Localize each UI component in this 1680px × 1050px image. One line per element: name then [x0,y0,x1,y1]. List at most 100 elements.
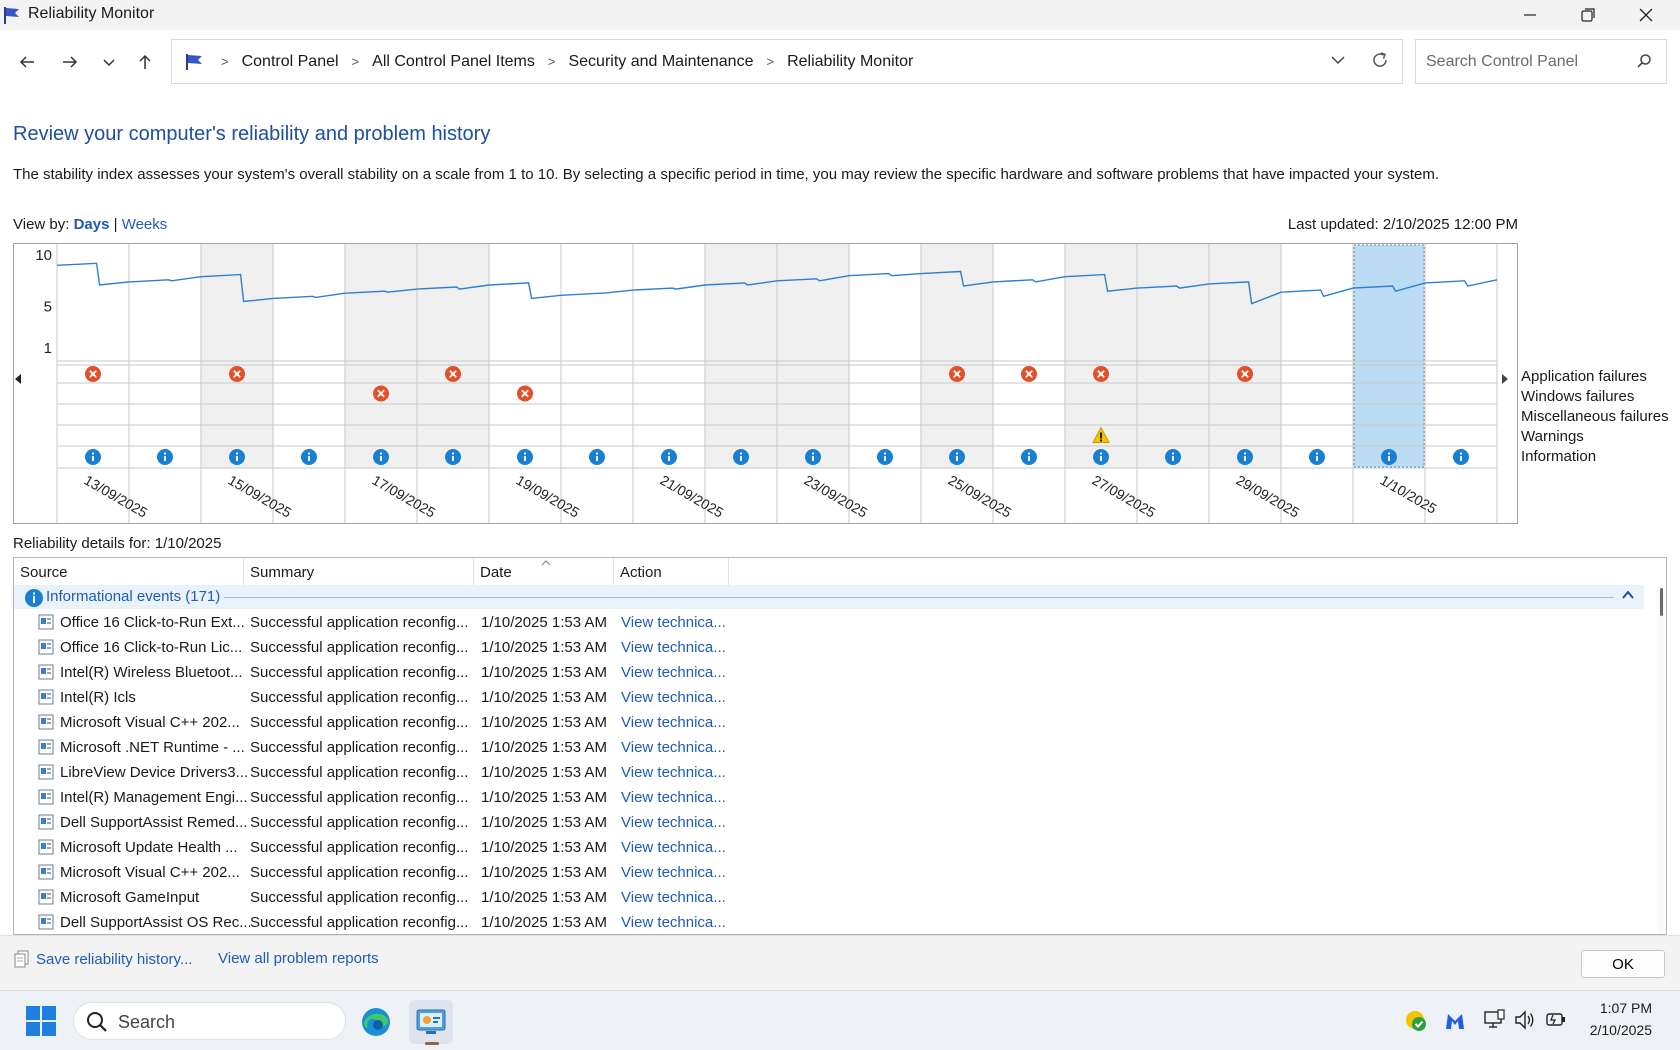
breadcrumb-all-items[interactable]: All Control Panel Items [372,53,535,71]
scrollbar-thumb[interactable] [1660,588,1663,616]
table-row[interactable]: Microsoft .NET Runtime - ... Successful a… [14,735,1644,760]
row-action-link[interactable]: View technica... [621,714,726,731]
network-icon[interactable] [1483,1009,1505,1031]
column-header-summary[interactable]: Summary [244,558,474,585]
row-date: 1/10/2025 1:53 AM [481,639,607,656]
row-action-link[interactable]: View technica... [621,839,726,856]
details-label: Reliability details for: 1/10/2025 [13,535,222,552]
date-label: 19/09/2025 [514,472,583,521]
row-summary: Successful application reconfig... [250,864,469,881]
scroll-chart-left-button[interactable] [13,372,23,389]
informational-events-group[interactable]: Informational events (171) [14,585,1644,609]
up-button[interactable] [131,48,159,76]
information-i-stem [524,456,526,461]
information-i-dot [380,452,382,455]
chart-column-shade [921,244,993,468]
table-row[interactable]: Office 16 Click-to-Run Lic... Successful … [14,635,1644,660]
row-action-link[interactable]: View technica... [621,739,726,756]
row-action-link[interactable]: View technica... [621,664,726,681]
security-status-icon[interactable] [1404,1009,1428,1033]
row-source: Microsoft .NET Runtime - ... [60,739,245,756]
row-action-link[interactable]: View technica... [621,614,726,631]
application-icon [38,689,54,705]
chart-column-shade [417,244,489,468]
forward-button[interactable] [56,48,84,76]
save-history-label[interactable]: Save reliability history... [36,951,192,968]
information-i-stem [236,456,238,461]
start-button[interactable] [26,1006,56,1040]
table-row[interactable]: Dell SupportAssist OS Rec... Successful a… [14,910,1644,934]
column-header-action[interactable]: Action [614,558,729,585]
column-header-source[interactable]: Source [14,558,244,585]
table-row[interactable]: Dell SupportAssist Remed... Successful ap… [14,810,1644,835]
row-action-link[interactable]: View technica... [621,814,726,831]
row-action-link[interactable]: View technica... [621,864,726,881]
information-i-dot [164,452,166,455]
legend-miscellaneous-failures: Miscellaneous failures [1521,408,1669,425]
row-action-link[interactable]: View technica... [621,764,726,781]
chevron-up-icon[interactable] [1621,588,1635,602]
table-row[interactable]: Office 16 Click-to-Run Ext... Successful … [14,610,1644,635]
row-summary: Successful application reconfig... [250,639,469,656]
last-updated: Last updated: 2/10/2025 12:00 PM [1287,216,1518,233]
vertical-scrollbar[interactable] [1657,586,1666,934]
search-box[interactable] [1415,39,1667,84]
row-action-link[interactable]: View technica... [621,889,726,906]
view-by: View by: Days | Weeks [13,216,167,233]
address-bar[interactable]: > Control Panel > All Control Panel Item… [171,39,1403,84]
breadcrumb-reliability-monitor[interactable]: Reliability Monitor [787,53,913,71]
search-input[interactable] [1424,50,1624,74]
taskbar-search[interactable]: Search [73,1002,346,1040]
restore-button[interactable] [1559,0,1617,30]
edge-taskbar-button[interactable] [354,1000,398,1044]
view-all-problem-reports-link[interactable]: View all problem reports [218,950,379,967]
table-row[interactable]: Microsoft GameInput Successful applicatio… [14,885,1644,910]
table-row[interactable]: Microsoft Visual C++ 202... Successful ap… [14,710,1644,735]
group-label: Informational events (171) [46,588,221,605]
table-row[interactable]: LibreView Device Drivers3... Successful a… [14,760,1644,785]
view-weeks-link[interactable]: Weeks [122,216,168,233]
reliability-monitor-taskbar-button[interactable] [409,1000,453,1045]
recent-locations-button[interactable] [95,48,123,76]
row-action-link[interactable]: View technica... [621,639,726,656]
battery-icon[interactable] [1545,1009,1567,1031]
minimize-button[interactable] [1501,0,1559,30]
information-i-dot [740,452,742,455]
row-summary: Successful application reconfig... [250,789,469,806]
scroll-chart-right-button[interactable] [1500,372,1510,389]
back-button[interactable] [13,48,41,76]
information-i-stem [1172,456,1174,461]
table-row[interactable]: Intel(R) Management Engi... Successful ap… [14,785,1644,810]
address-history-button[interactable] [1330,52,1346,72]
information-i-stem [668,456,670,461]
reliability-chart[interactable]: 10 5 1 13/09/2025 15/09/2025 17/09/2025 19/09/… [13,243,1518,524]
table-row[interactable]: Microsoft Visual C++ 202... Successful ap… [14,860,1644,885]
taskbar-clock[interactable]: 1:07 PM 2/10/2025 [1566,997,1652,1041]
information-icon [25,589,43,607]
date-label: 25/09/2025 [946,472,1015,521]
application-icon [38,889,54,905]
view-by-label: View by: [13,216,70,233]
table-row[interactable]: Microsoft Update Health ... Successful ap… [14,835,1644,860]
breadcrumb-control-panel[interactable]: Control Panel [242,53,339,71]
breadcrumb-security-maintenance[interactable]: Security and Maintenance [568,53,753,71]
breadcrumb-separator: > [351,54,360,69]
row-action-link[interactable]: View technica... [621,789,726,806]
view-days-link[interactable]: Days [74,216,110,233]
volume-icon[interactable] [1514,1009,1536,1031]
chart-column-shade [201,244,273,468]
information-i-stem [452,456,454,461]
row-action-link[interactable]: View technica... [621,914,726,931]
information-i-stem [884,456,886,461]
information-i-stem [380,456,382,461]
selected-day-column[interactable] [1353,244,1425,468]
row-action-link[interactable]: View technica... [621,689,726,706]
table-row[interactable]: Intel(R) Wireless Bluetoot... Successful … [14,660,1644,685]
information-i-dot [956,452,958,455]
malwarebytes-icon[interactable] [1443,1009,1467,1033]
ok-button[interactable]: OK [1581,950,1665,978]
refresh-button[interactable] [1370,50,1390,74]
save-history-link[interactable]: Save reliability history... [14,950,192,968]
table-row[interactable]: Intel(R) Icls Successful application reco… [14,685,1644,710]
close-button[interactable] [1617,0,1675,30]
